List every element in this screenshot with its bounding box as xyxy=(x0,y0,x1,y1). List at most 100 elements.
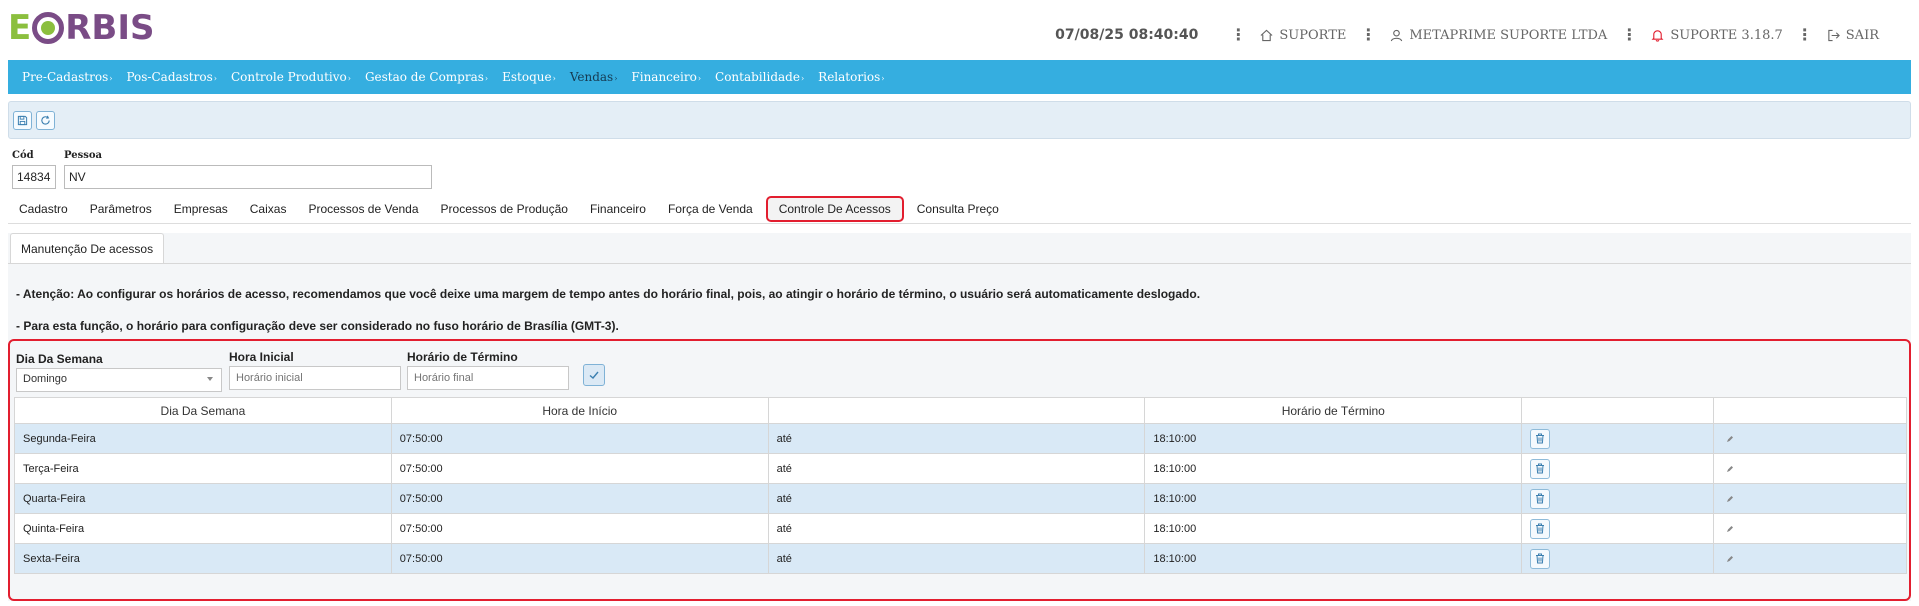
confirm-button[interactable] xyxy=(583,364,605,386)
tab-caixas[interactable]: Caixas xyxy=(238,195,298,222)
menu-item-financeiro[interactable]: Financeiro› xyxy=(631,70,701,84)
access-schedule-table: Dia Da Semana Hora de Início Horário de … xyxy=(14,397,1907,574)
edit-cell xyxy=(1713,453,1907,484)
menu-item-estoque[interactable]: Estoque› xyxy=(502,70,556,84)
chevron-down-icon xyxy=(207,377,213,381)
day-of-week-select[interactable]: Domingo xyxy=(16,368,222,392)
pencil-icon[interactable] xyxy=(1726,555,1734,563)
tab-cadastro[interactable]: Cadastro xyxy=(8,195,79,222)
pessoa-label: Pessoa xyxy=(64,150,103,161)
refresh-button[interactable] xyxy=(36,110,55,130)
day-cell: Quinta-Feira xyxy=(14,513,392,544)
day-of-week-label: Dia Da Semana xyxy=(16,352,103,366)
edit-cell xyxy=(1713,513,1907,544)
start-cell: 07:50:00 xyxy=(390,483,769,514)
menu-item-pre-cadastros[interactable]: Pre-Cadastros› xyxy=(22,70,112,84)
cod-field[interactable]: 14834 xyxy=(12,165,56,189)
table-row[interactable]: Quarta-Feira 07:50:00 até 18:10:00 xyxy=(14,483,1907,514)
column-header-end[interactable]: Horário de Término xyxy=(1144,397,1523,424)
logout-link[interactable]: SAIR xyxy=(1827,28,1879,43)
notice-attention: - Atenção: Ao configurar os horários de … xyxy=(16,287,1201,301)
subtab-manutencao-de-acessos[interactable]: Manutenção De acessos xyxy=(10,233,165,263)
tab-parametros[interactable]: Parâmetros xyxy=(78,195,163,222)
more-dots-icon[interactable]: ⋮ xyxy=(1360,25,1376,45)
day-cell: Quarta-Feira xyxy=(14,483,392,514)
pessoa-field[interactable]: NV xyxy=(64,165,432,189)
tab-processos-de-producao[interactable]: Processos de Produção xyxy=(429,195,579,222)
cod-label: Cód xyxy=(12,150,34,161)
logout-label: SAIR xyxy=(1845,27,1879,43)
delete-button[interactable] xyxy=(1530,458,1551,479)
column-header-day[interactable]: Dia Da Semana xyxy=(14,397,392,424)
menu-item-relatorios[interactable]: Relatorios› xyxy=(818,70,884,84)
user-icon xyxy=(1391,29,1403,41)
logout-icon xyxy=(1828,29,1840,41)
delete-button[interactable] xyxy=(1530,488,1551,509)
save-button[interactable] xyxy=(13,110,32,130)
table-row[interactable]: Quinta-Feira 07:50:00 até 18:10:00 xyxy=(14,513,1907,544)
main-menu: Pre-Cadastros› Pos-Cadastros› Controle P… xyxy=(8,60,1911,94)
end-cell: 18:10:00 xyxy=(1144,483,1523,514)
menu-label: Vendas xyxy=(569,70,614,84)
tab-controle-de-acessos[interactable]: Controle De Acessos xyxy=(765,195,904,222)
support-link[interactable]: SUPORTE xyxy=(1260,28,1346,43)
pencil-icon[interactable] xyxy=(1726,465,1734,473)
header-actions: 07/08/25 08:40:40 ⋮ SUPORTE ⋮ METAPRIME … xyxy=(1055,22,1879,48)
save-icon xyxy=(17,115,28,125)
chevron-right-icon: › xyxy=(614,74,618,83)
tab-consulta-preco[interactable]: Consulta Preço xyxy=(905,195,1010,222)
more-dots-icon[interactable]: ⋮ xyxy=(1621,25,1637,45)
menu-item-controle-produtivo[interactable]: Controle Produtivo› xyxy=(231,70,351,84)
tab-forca-de-venda[interactable]: Força de Venda xyxy=(656,195,764,222)
menu-item-gestao-de-compras[interactable]: Gestao de Compras› xyxy=(365,70,488,84)
start-cell: 07:50:00 xyxy=(390,543,769,574)
delete-cell xyxy=(1521,453,1715,484)
version-link[interactable]: SUPORTE 3.18.7 xyxy=(1651,28,1783,43)
subtab-divider xyxy=(8,263,1911,264)
refresh-icon xyxy=(41,115,50,125)
trash-icon xyxy=(1536,493,1545,504)
chevron-right-icon: › xyxy=(881,74,885,83)
pencil-icon[interactable] xyxy=(1726,435,1734,443)
logo-text-left: E xyxy=(8,8,32,48)
table-row[interactable]: Segunda-Feira 07:50:00 até 18:10:00 xyxy=(14,423,1907,454)
edit-cell xyxy=(1713,483,1907,514)
delete-cell xyxy=(1521,543,1715,574)
menu-label: Pre-Cadastros xyxy=(22,70,109,84)
tab-processos-de-venda[interactable]: Processos de Venda xyxy=(297,195,430,222)
start-cell: 07:50:00 xyxy=(390,423,769,454)
end-cell: 18:10:00 xyxy=(1144,423,1523,454)
menu-item-vendas[interactable]: Vendas› xyxy=(570,70,618,84)
logo-o-icon xyxy=(32,12,65,44)
tab-financeiro[interactable]: Financeiro xyxy=(578,195,657,222)
more-dots-icon[interactable]: ⋮ xyxy=(1797,25,1813,45)
end-time-input[interactable] xyxy=(407,366,569,390)
delete-button[interactable] xyxy=(1530,518,1551,539)
tab-empresas[interactable]: Empresas xyxy=(162,195,239,222)
start-time-input[interactable] xyxy=(229,366,401,390)
column-header-delete xyxy=(1521,397,1715,424)
delete-button[interactable] xyxy=(1530,548,1551,569)
edit-cell xyxy=(1713,543,1907,574)
menu-item-contabilidade[interactable]: Contabilidade› xyxy=(715,70,804,84)
table-header-row: Dia Da Semana Hora de Início Horário de … xyxy=(14,397,1907,424)
company-link[interactable]: METAPRIME SUPORTE LTDA xyxy=(1390,28,1607,43)
table-row[interactable]: Terça-Feira 07:50:00 até 18:10:00 xyxy=(14,453,1907,484)
home-icon xyxy=(1260,29,1273,41)
more-dots-icon[interactable]: ⋮ xyxy=(1230,25,1246,45)
tab-bar: Cadastro Parâmetros Empresas Caixas Proc… xyxy=(8,194,1911,224)
pencil-icon[interactable] xyxy=(1726,495,1734,503)
day-cell: Segunda-Feira xyxy=(14,423,392,454)
table-row[interactable]: Sexta-Feira 07:50:00 até 18:10:00 xyxy=(14,543,1907,574)
pencil-icon[interactable] xyxy=(1726,525,1734,533)
start-cell: 07:50:00 xyxy=(390,453,769,484)
column-header-start[interactable]: Hora de Início xyxy=(390,397,769,424)
delete-button[interactable] xyxy=(1530,428,1551,449)
menu-item-pos-cadastros[interactable]: Pos-Cadastros› xyxy=(126,70,217,84)
chevron-right-icon: › xyxy=(109,74,113,83)
separator-cell: até xyxy=(767,453,1146,484)
edit-cell xyxy=(1713,423,1907,454)
chevron-right-icon: › xyxy=(800,74,805,83)
notice-timezone: - Para esta função, o horário para confi… xyxy=(16,319,619,333)
menu-label: Gestao de Compras xyxy=(364,70,484,84)
